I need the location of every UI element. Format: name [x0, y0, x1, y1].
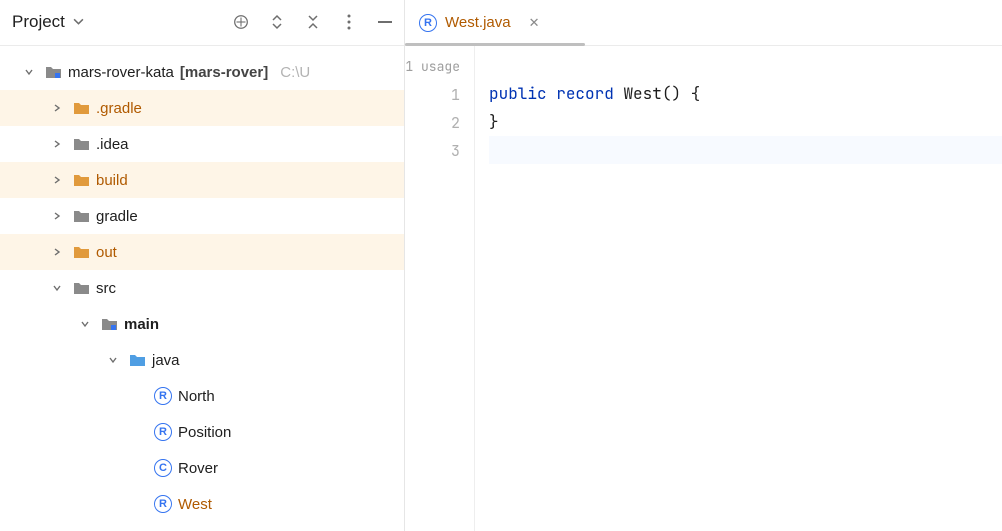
tree-label: Position	[178, 424, 231, 441]
tree-label: Rover	[178, 460, 218, 477]
module-folder-icon	[100, 317, 118, 331]
tree-folder-idea[interactable]: .idea	[0, 126, 404, 162]
chevron-right-icon[interactable]	[52, 175, 66, 185]
tree-folder-gradle-hidden[interactable]: .gradle	[0, 90, 404, 126]
code-area[interactable]: 1 usage 1 2 3 public record West() { }	[405, 46, 1002, 531]
project-tree[interactable]: mars-rover-kata [mars-rover] C:\U .gradl…	[0, 46, 404, 531]
code-line[interactable]	[489, 136, 1002, 164]
punctuation: () {	[662, 83, 700, 104]
folder-icon	[72, 245, 90, 259]
tree-root-name: mars-rover-kata	[68, 64, 174, 81]
line-number: 2	[405, 109, 460, 137]
chevron-down-icon[interactable]	[80, 319, 94, 329]
expand-all-icon[interactable]	[268, 13, 286, 31]
code-content[interactable]: public record West() { }	[475, 46, 1002, 531]
chevron-right-icon[interactable]	[52, 247, 66, 257]
collapse-all-icon[interactable]	[304, 13, 322, 31]
folder-icon	[72, 137, 90, 151]
tree-label: main	[124, 316, 159, 333]
chevron-down-icon[interactable]	[108, 355, 122, 365]
type-name: West	[623, 83, 661, 104]
tree-label: West	[178, 496, 212, 513]
line-number: 3	[405, 137, 460, 165]
editor-tab-west[interactable]: R West.java ✕	[405, 0, 554, 45]
folder-icon	[72, 281, 90, 295]
keyword: record	[556, 83, 614, 104]
record-file-icon: R	[154, 423, 172, 441]
tree-label: build	[96, 172, 128, 189]
hide-panel-icon[interactable]	[376, 13, 394, 31]
tree-folder-main[interactable]: main	[0, 306, 404, 342]
editor-tabbar: R West.java ✕	[405, 0, 1002, 46]
tree-file-position[interactable]: R Position	[0, 414, 404, 450]
record-file-icon: R	[154, 495, 172, 513]
usages-hint[interactable]: 1 usage	[405, 58, 460, 75]
tree-folder-src[interactable]: src	[0, 270, 404, 306]
chevron-down-icon[interactable]	[52, 283, 66, 293]
select-opened-file-icon[interactable]	[232, 13, 250, 31]
chevron-down-icon[interactable]	[24, 67, 38, 77]
tree-label: java	[152, 352, 180, 369]
tree-label: .idea	[96, 136, 129, 153]
tree-folder-java[interactable]: java	[0, 342, 404, 378]
project-sidebar: Project	[0, 0, 405, 531]
chevron-right-icon[interactable]	[52, 211, 66, 221]
gutter: 1 usage 1 2 3	[405, 46, 475, 531]
punctuation: }	[489, 111, 499, 132]
tree-label: src	[96, 280, 116, 297]
more-options-icon[interactable]	[340, 13, 358, 31]
record-file-icon: R	[154, 387, 172, 405]
tree-folder-gradle[interactable]: gradle	[0, 198, 404, 234]
tree-file-north[interactable]: R North	[0, 378, 404, 414]
tree-folder-build[interactable]: build	[0, 162, 404, 198]
sidebar-title[interactable]: Project	[12, 12, 65, 32]
tree-root-path: C:\U	[280, 64, 310, 81]
class-file-icon: C	[154, 459, 172, 477]
tree-file-rover[interactable]: C Rover	[0, 450, 404, 486]
chevron-down-icon[interactable]	[73, 16, 84, 27]
tab-label: West.java	[445, 14, 511, 31]
close-tab-icon[interactable]: ✕	[529, 15, 540, 31]
tree-label: .gradle	[96, 100, 142, 117]
tree-root[interactable]: mars-rover-kata [mars-rover] C:\U	[0, 54, 404, 90]
keyword: public	[489, 83, 547, 104]
tree-root-module: [mars-rover]	[180, 64, 268, 81]
source-folder-icon	[128, 353, 146, 367]
line-number: 1	[405, 81, 460, 109]
tree-label: gradle	[96, 208, 138, 225]
tree-label: out	[96, 244, 117, 261]
folder-icon	[72, 173, 90, 187]
module-folder-icon	[44, 65, 62, 79]
code-line[interactable]: }	[489, 108, 1002, 136]
tree-folder-out[interactable]: out	[0, 234, 404, 270]
tree-label: North	[178, 388, 215, 405]
chevron-right-icon[interactable]	[52, 139, 66, 149]
folder-icon	[72, 101, 90, 115]
tree-file-west[interactable]: R West	[0, 486, 404, 522]
editor: R West.java ✕ 1 usage 1 2 3 public recor…	[405, 0, 1002, 531]
folder-icon	[72, 209, 90, 223]
chevron-right-icon[interactable]	[52, 103, 66, 113]
tab-indicator	[405, 43, 585, 46]
code-line[interactable]: public record West() {	[489, 80, 1002, 108]
record-file-icon: R	[419, 14, 437, 32]
sidebar-header: Project	[0, 0, 404, 46]
